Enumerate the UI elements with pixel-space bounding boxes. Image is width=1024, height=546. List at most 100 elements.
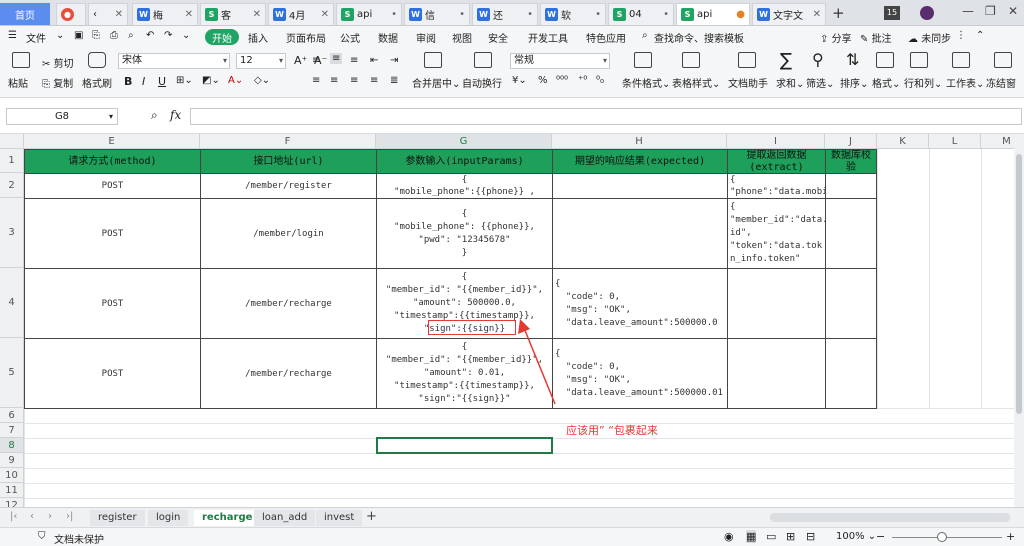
row-header-9[interactable]: 9 [0,453,24,468]
paste-button[interactable]: 粘贴 [8,75,28,90]
cell-g1[interactable]: 参数输入(inputParams) [376,149,553,174]
align-top-icon[interactable]: ≡ [312,55,320,66]
worksheet-icon[interactable] [952,52,970,68]
chevron-down-icon[interactable]: ⌄ [182,30,190,41]
cell-i1[interactable]: 提取返回数据 (extract) [727,149,826,174]
filter-icon[interactable]: ⚲ [812,50,824,69]
sort-icon[interactable]: ⇅ [846,50,859,69]
spreadsheet-grid[interactable]: E F G H I J K L M 1 2 3 4 5 6 7 8 9 10 1… [0,134,1014,507]
horizontal-scrollbar[interactable] [770,513,1010,522]
paste-icon[interactable] [12,52,30,68]
font-size-select[interactable]: 12 ▾ [236,53,286,69]
column-header-k[interactable]: K [877,134,929,149]
tab-doc[interactable]: W 还 • [472,3,538,25]
filter-button[interactable]: 筛选⌄ [806,75,834,90]
row-header-5[interactable]: 5 [0,338,24,408]
cell-f2[interactable]: /member/register [200,173,377,199]
sync-button[interactable]: ☁ 未同步 [908,30,951,45]
avatar[interactable] [920,6,934,20]
conditional-format-button[interactable]: 条件格式⌄ [622,75,670,90]
sheet-tab-register[interactable]: register [90,510,145,526]
reading-view-icon[interactable]: ⊟ [806,530,815,543]
cell-i2[interactable]: { "phone":"data.mobi [727,173,826,199]
cell-f3[interactable]: /member/login [200,198,377,269]
share-button[interactable]: ⇪ 分享 [820,30,852,45]
currency-icon[interactable]: ¥⌄ [512,75,527,86]
cell-g2[interactable]: { "mobile_phone":{{phone}} , [376,173,553,199]
row-header-4[interactable]: 4 [0,268,24,338]
chevron-down-icon[interactable]: ⌄ [56,30,64,41]
menu-features[interactable]: 特色应用 [586,30,626,45]
tab-pdf[interactable]: ● [56,3,86,25]
column-header-l[interactable]: L [929,134,981,149]
export-icon[interactable]: ⎘ [92,30,100,41]
sum-icon[interactable]: ∑ [780,50,792,71]
row-col-icon[interactable] [910,52,928,68]
cell-i4[interactable] [727,268,826,339]
menu-view[interactable]: 视图 [452,30,472,45]
cell-i5[interactable] [727,338,826,409]
row-col-button[interactable]: 行和列⌄ [904,75,942,90]
menu-security[interactable]: 安全 [488,30,508,45]
cell-g3[interactable]: { "mobile_phone": {{phone}}, "pwd": "123… [376,198,553,269]
formula-input[interactable] [190,108,1022,125]
percent-icon[interactable]: % [538,75,548,86]
page-view-icon[interactable]: ▭ [766,530,776,543]
align-middle-icon[interactable]: ≡ [330,53,343,64]
hamburger-icon[interactable]: ☰ [8,30,17,41]
menu-start[interactable]: 开始 [205,29,239,45]
zoom-slider-thumb[interactable] [937,532,947,542]
freeze-button[interactable]: 冻结窗 [986,75,1016,90]
format-painter-icon[interactable] [88,52,106,68]
sort-button[interactable]: 排序⌄ [840,75,868,90]
prev-sheet-icon[interactable]: ‹ [30,511,34,522]
first-sheet-icon[interactable]: |‹ [10,511,17,522]
clear-icon[interactable]: ◇⌄ [254,75,270,86]
close-icon[interactable]: ✕ [249,9,261,20]
doc-helper-icon[interactable] [738,52,756,68]
more-icon[interactable]: ⋮ [956,30,966,41]
copy-button[interactable]: ⎘ 复制 [42,75,73,90]
close-icon[interactable]: ✕ [111,9,123,20]
cell-j4[interactable] [825,268,877,339]
sheet-tab-invest[interactable]: invest [316,510,363,526]
tab-count-badge[interactable]: 15 [884,6,900,20]
cell-j2[interactable] [825,173,877,199]
tab-doc[interactable]: S 04 • [608,3,674,25]
distributed-icon[interactable]: ≣ [390,75,398,86]
menu-insert[interactable]: 插入 [248,30,268,45]
tab-doc[interactable]: W 梅 ✕ [132,3,198,25]
border-icon[interactable]: ⊞⌄ [176,75,193,86]
chevron-up-icon[interactable]: ⌃ [976,30,984,41]
thousands-icon[interactable]: ⁰⁰⁰ [556,75,568,86]
align-left-icon[interactable]: ≡ [312,75,320,86]
cell-e3[interactable]: POST [24,198,201,269]
merge-icon[interactable] [424,52,442,68]
page-break-icon[interactable]: ⊞ [786,530,795,543]
maximize-icon[interactable]: ❐ [985,4,996,18]
zoom-formula-icon[interactable]: ⌕ [151,108,158,123]
row-header-10[interactable]: 10 [0,468,24,483]
select-all-corner[interactable] [0,134,24,149]
undo-icon[interactable]: ↶ [146,30,154,41]
comment-button[interactable]: ✎ 批注 [860,30,892,45]
cell-j3[interactable] [825,198,877,269]
align-center-icon[interactable]: ≡ [330,75,338,86]
grow-font-icon[interactable]: A⁺ [294,54,307,67]
underline-icon[interactable]: U [158,75,166,88]
tab-back[interactable]: ‹ ✕ [88,3,128,25]
wrap-icon[interactable] [474,52,492,68]
tab-doc-active[interactable]: Sapi ● [676,3,750,25]
tab-doc[interactable]: Sapi • [336,3,402,25]
tab-doc[interactable]: S 客 ✕ [200,3,266,25]
close-window-icon[interactable]: ✕ [1008,4,1018,18]
tab-doc[interactable]: W 软 • [540,3,606,25]
outdent-icon[interactable]: ⇥ [390,55,398,66]
cell-h2[interactable] [552,173,728,199]
conditional-format-icon[interactable] [634,52,652,68]
tab-doc[interactable]: W 4月 ✕ [268,3,334,25]
tab-doc[interactable]: W 文字文 ✕ [752,3,826,25]
increase-decimal-icon[interactable]: ⁺⁰ [578,75,587,86]
column-header-h[interactable]: H [552,134,727,149]
close-icon[interactable]: ✕ [181,9,193,20]
